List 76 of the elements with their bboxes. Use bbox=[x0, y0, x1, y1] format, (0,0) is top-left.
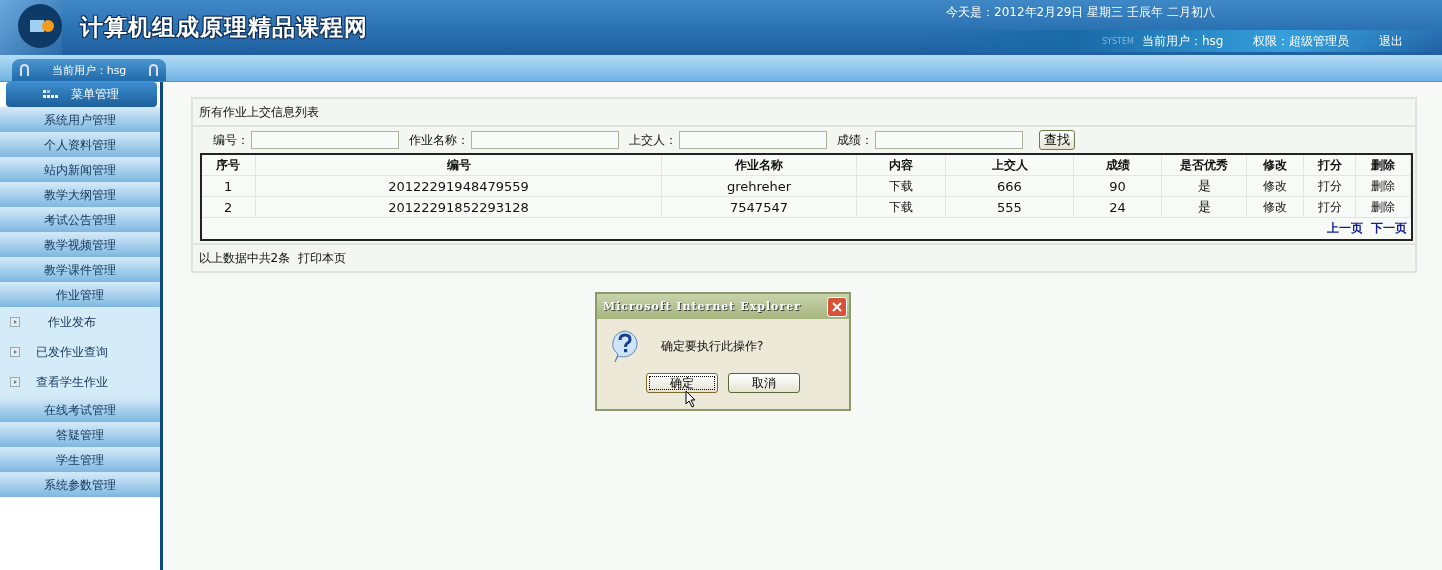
table-cell: 20122291852293128 bbox=[255, 196, 662, 218]
menu-item[interactable]: 答疑管理 bbox=[0, 422, 160, 447]
cursor-icon bbox=[685, 390, 697, 408]
print-link[interactable]: 打印本页 bbox=[298, 249, 347, 267]
dialog-message: 确定要执行此操作? bbox=[661, 337, 764, 355]
question-icon bbox=[609, 329, 641, 363]
table-cell[interactable]: 下载 bbox=[856, 196, 946, 218]
table-cell: 是 bbox=[1161, 196, 1247, 218]
column-header: 修改 bbox=[1246, 155, 1304, 176]
filter-label: 编号： bbox=[212, 131, 249, 149]
column-header: 内容 bbox=[856, 155, 946, 176]
ring-icon bbox=[149, 64, 158, 76]
column-header: 打分 bbox=[1303, 155, 1356, 176]
menu-item[interactable]: 站内新闻管理 bbox=[0, 157, 160, 182]
column-header: 上交人 bbox=[945, 155, 1074, 176]
search-button[interactable]: 查找 bbox=[1038, 130, 1075, 150]
filter-field[interactable] bbox=[874, 131, 1023, 149]
menu-item[interactable]: 作业管理 bbox=[0, 282, 160, 307]
menu-item[interactable]: 教学视频管理 bbox=[0, 232, 160, 257]
filter-field[interactable] bbox=[678, 131, 827, 149]
menu-item[interactable]: 学生管理 bbox=[0, 447, 160, 472]
pager-link[interactable]: 下一页 bbox=[1371, 220, 1407, 237]
table-cell: 555 bbox=[945, 196, 1074, 218]
role-text: 权限：超级管理员 bbox=[1253, 32, 1350, 50]
panel-title: 所有作业上交信息列表 bbox=[198, 103, 319, 121]
table-cell: 666 bbox=[945, 175, 1074, 197]
dialog-title: Microsoft Internet Explorer bbox=[603, 300, 803, 313]
table-cell: 24 bbox=[1073, 196, 1162, 218]
menu-item[interactable]: 系统用户管理 bbox=[0, 107, 160, 132]
summary-text: 以上数据中共2条 bbox=[198, 249, 291, 267]
column-header: 删除 bbox=[1355, 155, 1411, 176]
grid-icon bbox=[43, 89, 60, 100]
close-icon bbox=[832, 301, 842, 312]
logo-icon bbox=[0, 0, 62, 55]
menu-item[interactable]: 系统参数管理 bbox=[0, 472, 160, 497]
menu-item[interactable]: 教学课件管理 bbox=[0, 257, 160, 282]
table-cell: 90 bbox=[1073, 175, 1162, 197]
menu-item[interactable]: 教学大纲管理 bbox=[0, 182, 160, 207]
table-cell: 是 bbox=[1161, 175, 1247, 197]
logout-link[interactable]: 退出 bbox=[1379, 32, 1404, 50]
filter-label: 成绩： bbox=[836, 131, 873, 149]
column-header: 成绩 bbox=[1073, 155, 1162, 176]
table-cell[interactable]: 修改 bbox=[1246, 196, 1304, 218]
menu-item[interactable]: 个人资料管理 bbox=[0, 132, 160, 157]
filter-label: 上交人： bbox=[628, 131, 677, 149]
table-cell: 7547547 bbox=[661, 196, 857, 218]
dialog-button[interactable]: 确定 bbox=[646, 373, 718, 393]
table-cell[interactable]: 下载 bbox=[856, 175, 946, 197]
menu-item[interactable]: 考试公告管理 bbox=[0, 207, 160, 232]
table-cell[interactable]: 打分 bbox=[1303, 175, 1356, 197]
table-cell[interactable]: 修改 bbox=[1246, 175, 1304, 197]
filter-field[interactable] bbox=[470, 131, 619, 149]
column-header: 作业名称 bbox=[661, 155, 857, 176]
column-header: 序号 bbox=[201, 155, 256, 176]
table-cell[interactable]: 打分 bbox=[1303, 196, 1356, 218]
current-user: 当前用户：hsg bbox=[1142, 32, 1224, 50]
table-cell[interactable]: 删除 bbox=[1355, 196, 1411, 218]
ring-icon bbox=[20, 64, 29, 76]
filter-field[interactable] bbox=[250, 131, 399, 149]
menu-title: 菜单管理 bbox=[71, 86, 120, 103]
table-cell: 1 bbox=[201, 175, 256, 197]
user-label: 当前用户：hsg bbox=[51, 62, 127, 78]
column-header: 编号 bbox=[255, 155, 662, 176]
table-cell[interactable]: 删除 bbox=[1355, 175, 1411, 197]
close-button[interactable] bbox=[827, 296, 847, 317]
table-cell: grehreher bbox=[661, 175, 857, 197]
filter-label: 作业名称： bbox=[408, 131, 469, 149]
menu-item[interactable]: 在线考试管理 bbox=[0, 397, 160, 422]
pager-link[interactable]: 上一页 bbox=[1327, 220, 1363, 237]
table-cell: 20122291948479559 bbox=[255, 175, 662, 197]
site-title: 计算机组成原理精品课程网 bbox=[80, 13, 368, 42]
date-text: 今天是：2012年2月29日 星期三 壬辰年 二月初八 bbox=[945, 4, 1216, 21]
column-header: 是否优秀 bbox=[1161, 155, 1247, 176]
dialog-button[interactable]: 取消 bbox=[728, 373, 800, 393]
system-mark: SYSTEM bbox=[1102, 36, 1135, 46]
table-cell: 2 bbox=[201, 196, 256, 218]
